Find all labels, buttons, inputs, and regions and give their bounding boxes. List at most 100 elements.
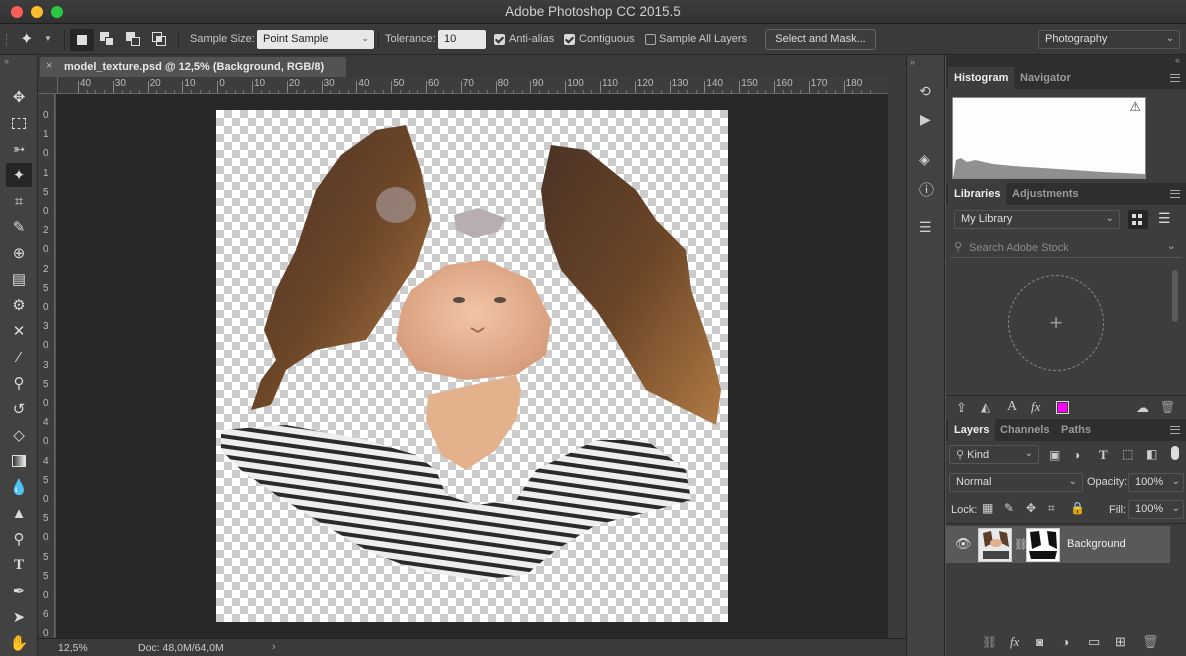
lock-artboard-icon[interactable]: ⌗ [1048, 501, 1055, 516]
grid-view-button[interactable] [1128, 210, 1148, 229]
stock-search-field[interactable]: ⚲ Search Adobe Stock ⌄ [950, 238, 1182, 258]
trash-icon[interactable]: 🗑 [1160, 400, 1175, 414]
filter-toggle[interactable] [1171, 446, 1179, 460]
crop-tool-icon[interactable]: ⌗ [6, 189, 32, 213]
hand-tool-icon[interactable]: ✋ [6, 631, 32, 655]
new-group-icon[interactable]: ▭ [1088, 634, 1100, 650]
move-tool-icon[interactable]: ✥ [6, 85, 32, 109]
status-menu-arrow-icon[interactable]: › [272, 641, 276, 653]
filter-shape-icon[interactable]: ⬚ [1122, 447, 1133, 461]
chevron-down-icon[interactable]: ⌄ [1167, 239, 1176, 252]
tab-histogram[interactable]: Histogram [948, 67, 1015, 89]
add-layer-style-icon[interactable]: fx [1010, 634, 1019, 650]
new-selection-button[interactable] [70, 29, 94, 51]
lock-all-icon[interactable]: 🔒 [1070, 501, 1085, 515]
layer-thumbnail[interactable] [978, 528, 1012, 562]
blend-mode-select[interactable]: Normal ⌄ [949, 473, 1083, 492]
filter-smart-object-icon[interactable]: ◧ [1146, 447, 1157, 461]
sample-size-select[interactable]: Point Sample ⌄ [257, 30, 374, 49]
sync-icon[interactable]: ☁ [1136, 400, 1149, 416]
lock-transparent-icon[interactable]: ▦ [982, 501, 993, 515]
tab-navigator[interactable]: Navigator [1014, 67, 1077, 89]
vertical-scrollbar[interactable] [888, 77, 906, 638]
add-text-icon[interactable]: A [1007, 399, 1017, 415]
actions-play-icon[interactable]: ▶ [920, 111, 931, 128]
magic-wand-preset-icon[interactable]: ✦ [20, 29, 33, 49]
document-tab[interactable]: × model_texture.psd @ 12,5% (Background,… [40, 57, 346, 77]
ruler-origin[interactable] [38, 77, 58, 94]
horizontal-ruler[interactable]: 40 30 20 10 0 10 20 30 40 50 60 70 80 90 100 110 120 130 1… [58, 77, 888, 94]
filter-pixel-icon[interactable]: ▣ [1049, 448, 1060, 462]
collapse-icon[interactable]: » [910, 57, 915, 67]
tab-adjustments[interactable]: Adjustments [1006, 183, 1085, 205]
add-color-swatch[interactable] [1056, 401, 1069, 414]
lock-position-icon[interactable]: ✥ [1026, 501, 1036, 515]
add-library-item-button[interactable]: + [1008, 275, 1104, 371]
type-tool-icon[interactable]: T [6, 553, 32, 577]
add-layer-style-icon[interactable]: fx [1031, 399, 1040, 415]
subtract-from-selection-button[interactable] [126, 32, 142, 48]
tab-paths[interactable]: Paths [1055, 419, 1097, 441]
filter-type-icon[interactable]: T [1099, 447, 1108, 463]
tolerance-input[interactable]: 10 [438, 30, 486, 49]
close-tab-icon[interactable]: × [46, 60, 52, 72]
gradient-tool-icon[interactable] [6, 449, 32, 473]
brush-tool-icon[interactable]: ⁄ [6, 345, 32, 369]
add-mask-icon[interactable]: ◙ [1036, 635, 1043, 649]
eyedropper-tool-icon[interactable]: ✎ [6, 215, 32, 239]
marquee-tool-icon[interactable] [6, 111, 32, 135]
panel-menu-icon[interactable] [1170, 190, 1180, 198]
pen-tool-icon[interactable]: ✒ [6, 579, 32, 603]
select-and-mask-button[interactable]: Select and Mask... [765, 29, 876, 50]
link-layers-icon[interactable]: ⛓ [982, 635, 997, 649]
libraries-scrollbar[interactable] [1172, 270, 1178, 322]
lasso-tool-icon[interactable]: ➳ [6, 137, 32, 161]
history-brush-tool-icon[interactable]: ↺ [6, 397, 32, 421]
workspace-select[interactable]: Photography ⌄ [1038, 30, 1180, 49]
add-graphic-icon[interactable]: ◭ [981, 400, 990, 414]
add-to-selection-button[interactable] [100, 32, 116, 48]
new-adjustment-layer-icon[interactable]: ◑ [1062, 635, 1069, 649]
tab-layers[interactable]: Layers [948, 419, 996, 441]
list-view-icon[interactable]: ☰ [1158, 210, 1171, 227]
layer-row[interactable]: 👁 ⛓ Background [946, 526, 1170, 563]
blur-tool-icon[interactable]: 💧 [6, 475, 32, 499]
intersect-selection-button[interactable] [152, 32, 168, 48]
properties-panel-icon[interactable]: ☰ [919, 219, 932, 236]
path-selection-tool-icon[interactable]: ➤ [6, 605, 32, 629]
anti-alias-checkbox[interactable] [494, 34, 505, 45]
library-select[interactable]: My Library ⌄ [954, 210, 1120, 229]
layer-filter-select[interactable]: ⚲ Kind ⌄ [949, 445, 1039, 464]
spot-healing-tool-icon[interactable]: ⊕ [6, 241, 32, 265]
clone-stamp-tool-icon[interactable]: ⚲ [6, 371, 32, 395]
sharpen-tool-icon[interactable]: ▲ [6, 501, 32, 525]
tab-libraries[interactable]: Libraries [948, 183, 1007, 205]
layer-name[interactable]: Background [1067, 538, 1126, 550]
dodge-tool-icon[interactable]: ⚲ [6, 527, 32, 551]
panel-menu-icon[interactable] [1170, 74, 1180, 82]
layer-mask-thumbnail[interactable] [1026, 528, 1060, 562]
info-icon[interactable]: ⓘ [919, 179, 934, 200]
magic-wand-tool-icon[interactable]: ✦ [6, 163, 32, 187]
upload-icon[interactable]: ⇪ [956, 400, 967, 416]
sample-all-layers-checkbox[interactable] [645, 34, 656, 45]
content-aware-move-tool-icon[interactable]: ✕ [6, 319, 32, 343]
tab-channels[interactable]: Channels [994, 419, 1056, 441]
history-panel-icon[interactable]: ⟲ [919, 83, 931, 100]
fill-input[interactable]: 100% ⌄ [1128, 500, 1184, 519]
trash-icon[interactable]: 🗑 [1142, 634, 1159, 650]
new-layer-icon[interactable]: ⊞ [1115, 634, 1126, 650]
3d-panel-icon[interactable]: ◈ [919, 151, 930, 168]
zoom-level[interactable]: 12,5% [58, 642, 88, 654]
opacity-input[interactable]: 100% ⌄ [1128, 473, 1184, 492]
chevron-down-icon[interactable]: ▼ [44, 34, 52, 43]
lock-pixels-icon[interactable]: ✎ [1004, 501, 1014, 515]
collapse-icon[interactable]: » [4, 56, 9, 66]
bandage-tool-icon[interactable]: ▤ [6, 267, 32, 291]
contiguous-checkbox[interactable] [564, 34, 575, 45]
document-canvas[interactable] [216, 110, 728, 622]
panel-menu-icon[interactable] [1170, 426, 1180, 434]
warning-icon[interactable]: ⚠ [1129, 99, 1141, 115]
patch-tool-icon[interactable]: ⚙ [6, 293, 32, 317]
vertical-ruler[interactable]: 0 1 0 1 5 0 2 0 2 5 0 3 0 3 5 0 4 0 4 5 0 5 0 5 5 0 6 0 [38, 94, 55, 638]
